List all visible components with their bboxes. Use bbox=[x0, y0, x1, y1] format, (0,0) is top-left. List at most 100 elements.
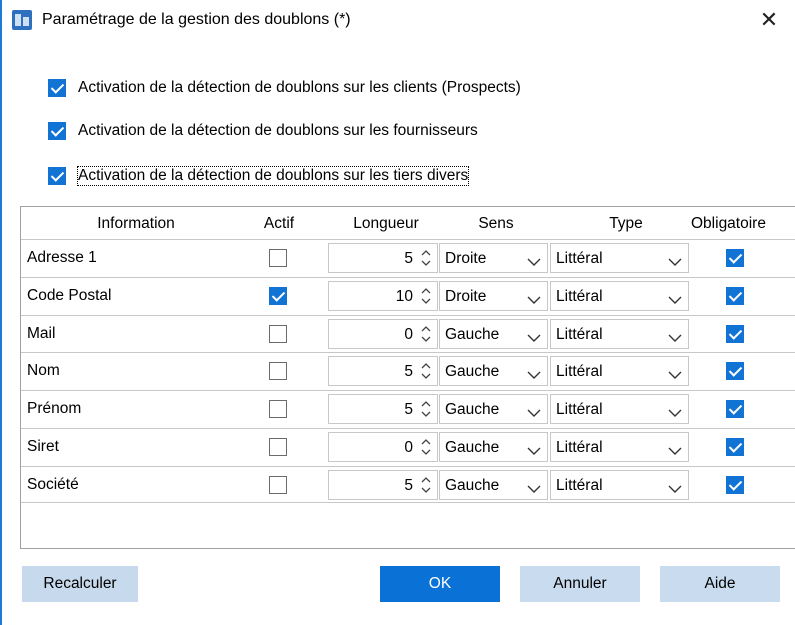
longueur-spinner[interactable]: 5 bbox=[328, 469, 438, 500]
actif-checkbox[interactable] bbox=[269, 249, 287, 267]
longueur-spinner[interactable]: 5 bbox=[328, 243, 438, 273]
longueur-spinner[interactable]: 0 bbox=[328, 318, 438, 349]
table-row[interactable]: Société 5 Gauche Littéral bbox=[21, 465, 795, 503]
actif-checkbox[interactable] bbox=[269, 438, 287, 456]
longueur-spinner[interactable]: 5 bbox=[328, 356, 438, 387]
actif-checkbox[interactable] bbox=[269, 324, 287, 343]
type-dropdown[interactable]: Littéral bbox=[550, 469, 689, 500]
option-tiers-divers-row[interactable]: Activation de la détection de doublons s… bbox=[48, 165, 470, 187]
type-value: Littéral bbox=[556, 287, 603, 305]
table-row[interactable]: Code Postal 10 Droite Littéral bbox=[21, 276, 795, 314]
table-row[interactable]: Prénom 5 Gauche Littéral bbox=[21, 390, 795, 427]
header-information[interactable]: Information bbox=[71, 215, 201, 233]
actif-checkbox[interactable] bbox=[269, 400, 287, 419]
obligatoire-checkbox[interactable] bbox=[726, 400, 744, 419]
option-clients-label[interactable]: Activation de la détection de doublons s… bbox=[78, 79, 521, 97]
obligatoire-checkbox[interactable] bbox=[726, 324, 744, 343]
spinner-arrows-icon[interactable] bbox=[420, 323, 432, 345]
chevron-down-icon[interactable] bbox=[527, 330, 541, 342]
longueur-value[interactable]: 5 bbox=[404, 401, 413, 419]
sens-dropdown[interactable]: Gauche bbox=[439, 318, 548, 349]
longueur-value[interactable]: 5 bbox=[404, 250, 413, 268]
dialog-window: Paramétrage de la gestion des doublons (… bbox=[0, 0, 795, 625]
option-clients-row[interactable]: Activation de la détection de doublons s… bbox=[48, 77, 521, 99]
actif-checkbox[interactable] bbox=[269, 475, 287, 494]
type-value: Littéral bbox=[556, 363, 603, 381]
header-sens[interactable]: Sens bbox=[451, 215, 541, 233]
recalculer-button[interactable]: Recalculer bbox=[22, 566, 138, 602]
spinner-arrows-icon[interactable] bbox=[420, 285, 432, 307]
aide-button[interactable]: Aide bbox=[660, 566, 780, 602]
type-dropdown[interactable]: Littéral bbox=[550, 243, 689, 273]
sens-dropdown[interactable]: Gauche bbox=[439, 469, 548, 500]
sens-dropdown[interactable]: Gauche bbox=[439, 432, 548, 462]
header-obligatoire[interactable]: Obligatoire bbox=[691, 215, 795, 233]
chevron-down-icon[interactable] bbox=[527, 367, 541, 380]
obligatoire-checkbox[interactable] bbox=[726, 475, 744, 494]
sens-dropdown[interactable]: Gauche bbox=[439, 394, 548, 425]
option-fournisseurs-row[interactable]: Activation de la détection de doublons s… bbox=[48, 120, 478, 142]
sens-value: Droite bbox=[445, 250, 487, 267]
longueur-value[interactable]: 5 bbox=[404, 477, 413, 495]
cell-information: Adresse 1 bbox=[27, 249, 97, 266]
obligatoire-checkbox[interactable] bbox=[726, 286, 744, 305]
chevron-down-icon[interactable] bbox=[668, 367, 682, 380]
sens-value: Gauche bbox=[445, 401, 500, 419]
table-row[interactable]: Siret 0 Gauche Littéral bbox=[21, 428, 795, 465]
sens-value: Droite bbox=[445, 287, 487, 305]
longueur-spinner[interactable]: 10 bbox=[328, 280, 438, 311]
option-clients-checkbox[interactable] bbox=[48, 79, 66, 97]
obligatoire-checkbox[interactable] bbox=[726, 362, 744, 381]
chevron-down-icon[interactable] bbox=[668, 443, 682, 455]
longueur-value[interactable]: 10 bbox=[396, 288, 413, 306]
chevron-down-icon[interactable] bbox=[668, 292, 682, 304]
longueur-value[interactable]: 5 bbox=[404, 363, 413, 381]
chevron-down-icon[interactable] bbox=[527, 443, 541, 455]
close-icon[interactable]: ✕ bbox=[755, 8, 783, 34]
longueur-spinner[interactable]: 5 bbox=[328, 394, 438, 425]
type-dropdown[interactable]: Littéral bbox=[550, 318, 689, 349]
chevron-down-icon[interactable] bbox=[527, 481, 541, 493]
type-dropdown[interactable]: Littéral bbox=[550, 394, 689, 425]
option-fournisseurs-checkbox[interactable] bbox=[48, 122, 66, 140]
longueur-spinner[interactable]: 0 bbox=[328, 432, 438, 462]
spinner-arrows-icon[interactable] bbox=[420, 398, 432, 420]
option-fournisseurs-label[interactable]: Activation de la détection de doublons s… bbox=[78, 122, 478, 140]
spinner-arrows-icon[interactable] bbox=[420, 247, 432, 269]
chevron-down-icon[interactable] bbox=[668, 481, 682, 493]
sens-value: Gauche bbox=[445, 325, 500, 343]
option-tiers-divers-checkbox[interactable] bbox=[48, 167, 66, 185]
header-actif[interactable]: Actif bbox=[249, 215, 309, 233]
type-dropdown[interactable]: Littéral bbox=[550, 280, 689, 311]
spinner-arrows-icon[interactable] bbox=[420, 436, 432, 458]
actif-checkbox[interactable] bbox=[269, 362, 287, 381]
longueur-value[interactable]: 0 bbox=[404, 326, 413, 344]
obligatoire-checkbox[interactable] bbox=[726, 249, 744, 267]
chevron-down-icon[interactable] bbox=[527, 254, 541, 266]
annuler-button[interactable]: Annuler bbox=[520, 566, 640, 602]
chevron-down-icon[interactable] bbox=[527, 405, 541, 418]
obligatoire-checkbox[interactable] bbox=[726, 438, 744, 456]
table-row[interactable]: Nom 5 Gauche Littéral bbox=[21, 352, 795, 389]
ok-button[interactable]: OK bbox=[380, 566, 500, 602]
chevron-down-icon[interactable] bbox=[527, 292, 541, 304]
chevron-down-icon[interactable] bbox=[668, 330, 682, 342]
sens-value: Gauche bbox=[445, 363, 500, 381]
table-row[interactable]: Mail 0 Gauche Littéral bbox=[21, 314, 795, 352]
sens-dropdown[interactable]: Droite bbox=[439, 243, 548, 273]
doublons-grid: Information Actif Longueur Sens Type Obl… bbox=[20, 206, 795, 549]
longueur-value[interactable]: 0 bbox=[404, 439, 413, 457]
actif-checkbox[interactable] bbox=[269, 286, 287, 305]
spinner-arrows-icon[interactable] bbox=[420, 474, 432, 496]
type-dropdown[interactable]: Littéral bbox=[550, 356, 689, 387]
header-type[interactable]: Type bbox=[581, 215, 671, 233]
type-dropdown[interactable]: Littéral bbox=[550, 432, 689, 462]
sens-dropdown[interactable]: Gauche bbox=[439, 356, 548, 387]
chevron-down-icon[interactable] bbox=[668, 254, 682, 266]
table-row[interactable]: Adresse 1 5 Droite Littéral bbox=[21, 239, 795, 276]
sens-dropdown[interactable]: Droite bbox=[439, 280, 548, 311]
spinner-arrows-icon[interactable] bbox=[420, 360, 432, 382]
chevron-down-icon[interactable] bbox=[668, 405, 682, 418]
option-tiers-divers-label[interactable]: Activation de la détection de doublons s… bbox=[76, 166, 470, 186]
header-longueur[interactable]: Longueur bbox=[331, 215, 441, 233]
